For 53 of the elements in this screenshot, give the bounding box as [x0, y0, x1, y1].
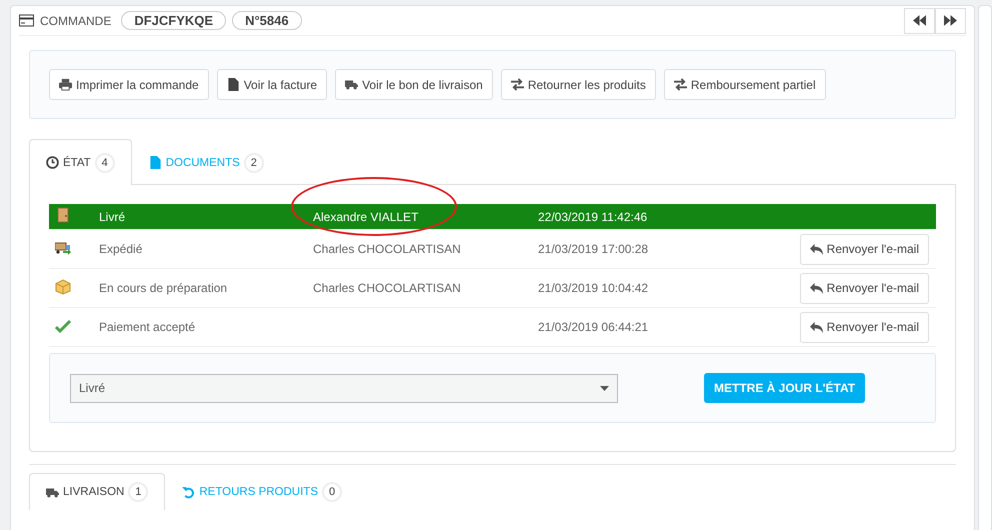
resend-email-button[interactable]: Renvoyer l'e-mail — [800, 312, 929, 342]
status-text: Livré — [99, 210, 126, 224]
credit-card-icon — [19, 14, 34, 27]
tab[interactable]: LIVRAISON 1 — [29, 473, 166, 510]
box-icon — [55, 278, 71, 294]
status-text: En cours de préparation — [99, 281, 228, 295]
tab[interactable]: ÉTAT 4 — [29, 139, 132, 185]
action-button[interactable]: Retourner les produits — [500, 69, 656, 100]
truck-icon — [345, 78, 358, 91]
status-dropdown[interactable]: Livré — [70, 374, 618, 402]
previous-button[interactable] — [904, 8, 935, 34]
door-icon — [55, 207, 71, 223]
action-button[interactable]: Imprimer la commande — [49, 69, 209, 100]
exchange-arrows-icon — [674, 78, 687, 91]
employee-name: Charles CHOCOLARTISAN — [313, 242, 461, 256]
reply-arrow-icon — [810, 242, 823, 256]
check-icon — [55, 318, 71, 334]
employee-name: Charles CHOCOLARTISAN — [313, 281, 461, 295]
tab[interactable]: DOCUMENTS 2 — [132, 139, 281, 185]
employee-name: Alexandre VIALLET — [313, 210, 418, 224]
count-badge: 4 — [94, 152, 115, 172]
caret-icon — [600, 386, 609, 390]
exchange-arrows-icon — [510, 78, 524, 91]
status-text: Paiement accepté — [99, 320, 196, 334]
tab[interactable]: RETOURS PRODUITS 0 — [165, 473, 359, 510]
action-button[interactable]: Voir la facture — [216, 69, 328, 100]
date-text: 22/03/2019 11:42:46 — [538, 210, 648, 224]
action-button[interactable]: Voir le bon de livraison — [335, 69, 493, 100]
clock-icon — [46, 156, 59, 169]
reply-arrow-icon — [810, 282, 823, 294]
undo-arrow-icon — [182, 486, 196, 498]
reply-arrow-icon — [810, 320, 823, 334]
double-left-arrow-icon — [913, 14, 926, 27]
order-number: N°5846 — [232, 11, 302, 30]
action-button[interactable]: Remboursement partiel — [664, 69, 826, 100]
count-badge: 2 — [244, 152, 264, 172]
count-badge: 0 — [322, 482, 342, 502]
next-button[interactable] — [935, 8, 966, 34]
truck-arrow-icon — [55, 240, 71, 256]
date-text: 21/03/2019 17:00:28 — [538, 242, 650, 256]
resend-email-button[interactable]: Renvoyer l'e-mail — [800, 234, 929, 264]
document-icon — [226, 78, 240, 91]
count-badge: 1 — [128, 482, 148, 502]
date-text: 21/03/2019 10:04:42 — [538, 281, 650, 295]
date-text: 21/03/2019 06:44:21 — [538, 320, 650, 334]
printer-icon — [59, 78, 72, 91]
document-icon — [148, 156, 162, 169]
truck-icon — [46, 486, 59, 498]
double-right-arrow-icon — [944, 14, 957, 27]
panel-title: COMMANDE — [40, 14, 112, 28]
resend-email-button[interactable]: Renvoyer l'e-mail — [800, 272, 929, 304]
status-text: Expédié — [99, 242, 144, 256]
order-reference: DFJCFYKQE — [121, 11, 226, 30]
